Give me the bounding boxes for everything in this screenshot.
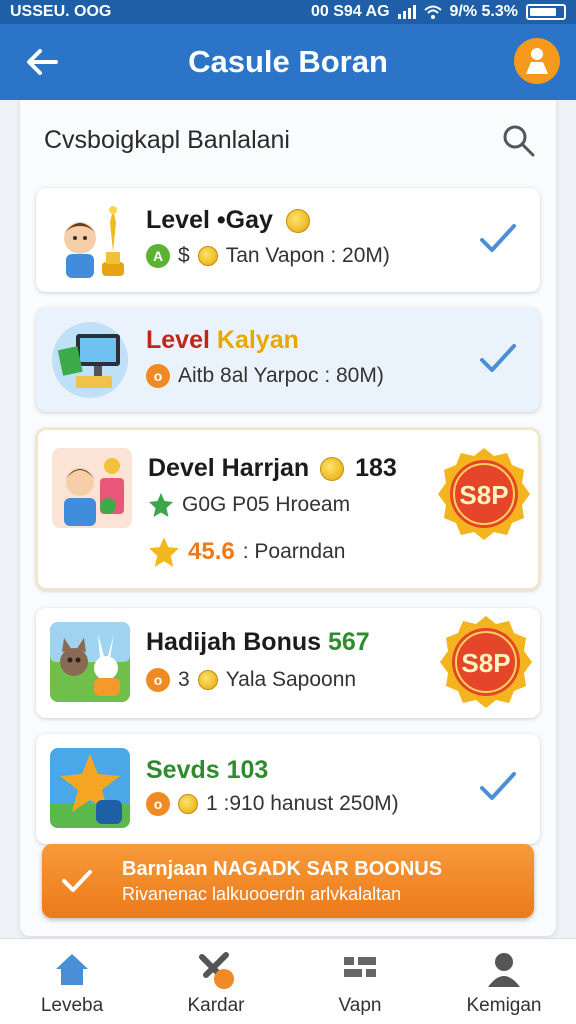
card-subtitle: G0G P05 Hroeam xyxy=(148,492,350,518)
status-bar: USSEU. OOG 00 S94 AG 9/% 5.3% xyxy=(0,0,576,24)
card-rating: 45.6 : Poarndan xyxy=(148,536,345,568)
card-subtitle: o 3 Yala Sapoonn xyxy=(146,668,356,692)
profile-icon xyxy=(488,953,520,987)
card-title: Level Kalyan xyxy=(146,326,299,355)
level-icon: o xyxy=(146,668,170,692)
card-subtitle-text: Yala Sapoonn xyxy=(225,668,357,691)
nav-label: Kardar xyxy=(187,995,245,1016)
card-title-text: Devel Harrjan xyxy=(148,454,310,482)
claim-bonus-button[interactable]: Barnjaan NAGADK SAR BOONUS Rivanenac lal… xyxy=(42,844,534,918)
rating-value: 45.6 xyxy=(188,538,235,565)
user-icon xyxy=(526,48,548,74)
nav-item-tools[interactable]: Kardar xyxy=(144,939,288,1024)
card-subtitle: o Aitb 8al Yarpoc : 80M) xyxy=(146,364,384,388)
list-item[interactable]: Level Kalyan o Aitb 8al Yarpoc : 80M) xyxy=(36,308,540,412)
card-subtitle-text: G0G P05 Hroeam xyxy=(182,493,351,516)
pets-thumbnail xyxy=(50,622,130,702)
banner-title: Barnjaan NAGADK SAR BOONUS xyxy=(122,858,443,880)
card-title: Sevds 103 xyxy=(146,756,269,784)
status-time: 00 S94 AG xyxy=(310,3,390,20)
card-title: Devel Harrjan 183 xyxy=(148,454,397,483)
bottom-navigation: Leveba Kardar Vapn Kemigan xyxy=(0,938,576,1024)
badge-text: S8P xyxy=(461,648,510,678)
boy-trophy-thumbnail xyxy=(64,206,124,278)
card-title-accent: Kalyan xyxy=(216,326,299,354)
star-badge-thumbnail xyxy=(50,748,130,828)
badge-text: S8P xyxy=(459,480,508,510)
battery-icon xyxy=(526,4,566,20)
checkmark-icon xyxy=(480,224,516,252)
page-title: Casule Boran xyxy=(188,44,388,79)
home-icon xyxy=(56,954,88,985)
coin-icon xyxy=(197,246,218,266)
green-star-icon xyxy=(149,493,173,517)
coin-icon xyxy=(320,457,345,482)
map-icon xyxy=(344,957,376,977)
sub-prefix: $ xyxy=(178,244,190,267)
list-heading: Cvsboigkapl Banlalani xyxy=(44,126,290,154)
level-icon: A xyxy=(146,244,170,268)
rating-label: : Poarndan xyxy=(242,540,346,563)
coin-icon xyxy=(197,670,218,690)
signal-icon xyxy=(397,5,416,19)
banner-subtitle: Rivanenac lalkuooerdn arlvkalaltan xyxy=(122,884,402,904)
status-carrier: USSEU. OOG xyxy=(10,3,112,20)
search-icon[interactable] xyxy=(500,122,536,158)
coin-icon xyxy=(178,794,198,814)
card-subtitle-text: Aitb 8al Yarpoc : 80M) xyxy=(178,364,384,387)
reward-seal-badge: S8P xyxy=(440,616,532,708)
card-title-text: Hadijah Bonus xyxy=(146,628,322,656)
nav-label: Vapn xyxy=(338,995,382,1016)
tools-icon xyxy=(199,952,234,989)
card-title-number: 567 xyxy=(327,628,370,656)
nav-item-profile[interactable]: Kemigan xyxy=(432,939,576,1024)
card-subtitle-text: Tan Vapon : 20M) xyxy=(225,244,390,267)
list-item[interactable]: Sevds 103 o 1 :910 hanust 250M) xyxy=(36,734,540,844)
card-title: Level •Gay xyxy=(146,206,310,235)
app-bar: Casule Boran xyxy=(0,24,576,100)
card-subtitle: A $ Tan Vapon : 20M) xyxy=(146,244,390,268)
wifi-icon xyxy=(423,5,442,19)
nav-item-map[interactable]: Vapn xyxy=(288,939,432,1024)
nav-item-home[interactable]: Leveba xyxy=(0,939,144,1024)
coin-icon xyxy=(285,209,310,234)
list-item[interactable]: Level •Gay A $ Tan Vapon : 20M) xyxy=(36,188,540,292)
level-icon: o xyxy=(146,792,170,816)
checkmark-icon xyxy=(480,344,516,372)
card-title-text: Level xyxy=(146,326,210,354)
card-title: Hadijah Bonus 567 xyxy=(146,628,370,657)
profile-button[interactable] xyxy=(514,38,560,84)
nav-label: Leveba xyxy=(40,995,104,1016)
boy-phone-thumbnail xyxy=(52,448,132,528)
card-subtitle-text: 1 :910 hanust 250M) xyxy=(206,792,399,815)
back-arrow-icon[interactable] xyxy=(22,42,62,82)
checkmark-icon xyxy=(480,772,516,800)
nav-label: Kemigan xyxy=(466,995,542,1016)
battery-percent: 9/% 5.3% xyxy=(449,3,518,20)
check-icon xyxy=(62,870,92,892)
gold-star-icon xyxy=(149,537,179,567)
card-title-number: 183 xyxy=(355,454,397,482)
card-title-text: Level •Gay xyxy=(146,206,273,234)
computer-thumbnail xyxy=(52,322,128,398)
status-right: 00 S94 AG 9/% 5.3% xyxy=(311,3,566,21)
list-item[interactable]: Hadijah Bonus 567 o 3 Yala Sapoonn S8P xyxy=(36,608,540,718)
reward-seal-badge: S8P xyxy=(438,448,530,540)
sub-prefix: 3 xyxy=(178,668,190,691)
card-subtitle: o 1 :910 hanust 250M) xyxy=(146,792,399,816)
level-icon: o xyxy=(146,364,170,388)
list-item[interactable]: Devel Harrjan 183 G0G P05 Hroeam 45.6 : … xyxy=(36,428,540,590)
